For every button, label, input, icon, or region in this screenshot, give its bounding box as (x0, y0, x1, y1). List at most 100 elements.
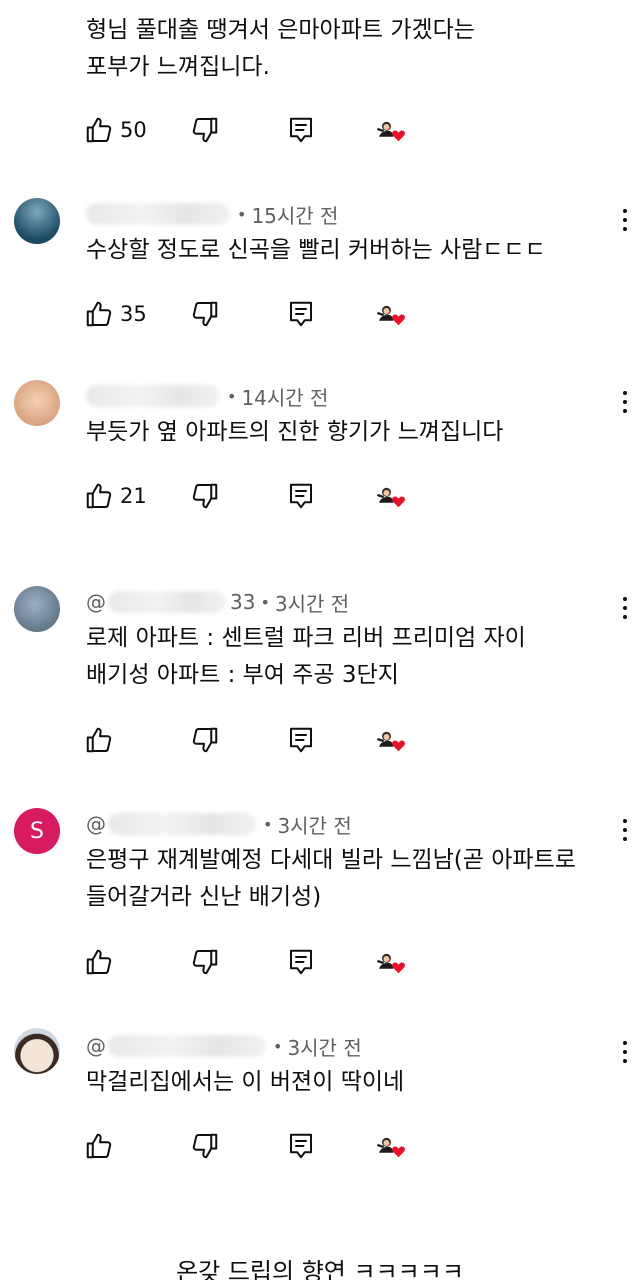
comment-time: 3시간 전 (287, 1035, 362, 1060)
comment-text-line: 형님 풀대출 땡겨서 은마아파트 가겠다는 (86, 17, 475, 43)
avatar[interactable] (14, 198, 60, 244)
comment-text-line: 로제 아파트 : 센트럴 파크 리버 프리미엄 자이 (86, 625, 526, 651)
thumbs-up-icon (86, 727, 112, 753)
avatar[interactable] (14, 586, 60, 632)
author-handle-redacted[interactable] (86, 203, 230, 225)
dislike-button[interactable] (190, 296, 220, 332)
comment-meta: • 15시간 전 (86, 200, 338, 228)
creator-heart-badge (376, 1128, 416, 1164)
author-handle-redacted[interactable] (108, 813, 256, 835)
more-options-button[interactable] (616, 1036, 634, 1068)
thumbs-up-icon (86, 117, 112, 143)
creator-heart-icon (377, 121, 405, 142)
more-options-button[interactable] (616, 386, 634, 418)
creator-heart-icon (377, 731, 405, 752)
separator-dot: • (237, 204, 247, 224)
like-button[interactable] (84, 722, 120, 758)
like-count: 21 (120, 484, 147, 508)
reply-icon (290, 727, 312, 753)
thumbs-up-icon (86, 301, 112, 327)
avatar[interactable] (14, 1028, 60, 1074)
comment-text-line: 부듯가 옆 아파트의 진한 향기가 느껴집니다 (86, 419, 504, 445)
like-button[interactable] (84, 944, 120, 980)
like-count: 50 (120, 118, 147, 142)
comment-meta: @ • 3시간 전 (86, 1032, 362, 1060)
avatar[interactable]: S (14, 808, 60, 854)
author-handle-prefix[interactable]: @ (86, 812, 106, 836)
like-button[interactable]: 35 (84, 296, 147, 332)
thumbs-up-icon (86, 1133, 112, 1159)
comment-text: 수상할 정도로 신곡을 빨리 커버하는 사람ㄷㄷㄷ (86, 232, 616, 269)
comment-text-line: 포부가 느껴집니다. (86, 54, 270, 80)
comment-meta: @ 33 • 3시간 전 (86, 588, 349, 616)
comment-text: 로제 아파트 : 센트럴 파크 리버 프리미엄 자이 배기성 아파트 : 부여 … (86, 620, 616, 694)
separator-dot: • (260, 592, 270, 612)
creator-heart-badge (376, 112, 416, 148)
creator-heart-badge (376, 296, 416, 332)
avatar-letter: S (30, 818, 44, 844)
author-handle-redacted[interactable] (108, 1035, 266, 1057)
comment-text: 막걸리집에서는 이 버젼이 딱이네 (86, 1064, 616, 1101)
like-count: 35 (120, 302, 147, 326)
comment-text-line: 수상할 정도로 신곡을 빨리 커버하는 사람ㄷㄷㄷ (86, 237, 546, 263)
reply-button[interactable] (286, 944, 316, 980)
comment-actions: 35 (84, 296, 424, 332)
reply-button[interactable] (286, 296, 316, 332)
more-options-button[interactable] (616, 592, 634, 624)
comment-actions: 50 (84, 112, 424, 148)
avatar[interactable] (14, 380, 60, 426)
thumbs-down-icon (192, 949, 218, 975)
dislike-button[interactable] (190, 478, 220, 514)
reply-button[interactable] (286, 478, 316, 514)
comment-actions (84, 944, 424, 980)
comment-meta: @ • 3시간 전 (86, 810, 352, 838)
comment-text: 은평구 재계발예정 다세대 빌라 느낌남(곧 아파트로 들어갈거라 신난 배기성… (86, 842, 616, 916)
author-handle-prefix[interactable]: @ (86, 590, 106, 614)
dislike-button[interactable] (190, 722, 220, 758)
author-handle-prefix[interactable]: @ (86, 1034, 106, 1058)
thumbs-up-icon (86, 949, 112, 975)
like-button[interactable]: 21 (84, 478, 147, 514)
thumbs-down-icon (192, 727, 218, 753)
author-handle-suffix[interactable]: 33 (230, 590, 255, 614)
reply-button[interactable] (286, 112, 316, 148)
author-handle-redacted[interactable] (86, 385, 220, 407)
creator-heart-icon (377, 305, 405, 326)
creator-heart-icon (377, 1137, 405, 1158)
caption: 온갖 드립의 향연 ㅋㅋㅋㅋㅋ (176, 1258, 464, 1280)
reply-button[interactable] (286, 1128, 316, 1164)
separator-dot: • (227, 386, 237, 406)
like-button[interactable] (84, 1128, 120, 1164)
reply-icon (290, 301, 312, 327)
author-handle-redacted[interactable] (108, 591, 226, 613)
thumbs-down-icon (192, 483, 218, 509)
dislike-button[interactable] (190, 1128, 220, 1164)
comment-time: 3시간 전 (274, 591, 350, 616)
thumbs-up-icon (86, 483, 112, 509)
comment-time: 3시간 전 (277, 813, 352, 838)
comment-text-line: 배기성 아파트 : 부여 주공 3단지 (86, 662, 399, 688)
comment-actions: 21 (84, 478, 424, 514)
dislike-button[interactable] (190, 944, 220, 980)
creator-heart-icon (377, 487, 405, 508)
creator-heart-badge (376, 944, 416, 980)
comment-time: 14시간 전 (241, 385, 329, 410)
like-button[interactable]: 50 (84, 112, 147, 148)
comment-text-line: 들어갈거라 신난 배기성) (86, 884, 322, 910)
creator-heart-badge (376, 478, 416, 514)
more-options-button[interactable] (616, 204, 634, 236)
reply-button[interactable] (286, 722, 316, 758)
reply-icon (290, 949, 312, 975)
comment-text-line: 막걸리집에서는 이 버젼이 딱이네 (86, 1069, 405, 1095)
comments-screen: 형님 풀대출 땡겨서 은마아파트 가겠다는 포부가 느껴집니다. 50 • 15… (0, 0, 640, 1280)
comment-meta: • 14시간 전 (86, 382, 328, 410)
comment-time: 15시간 전 (251, 203, 339, 228)
comment-text: 부듯가 옆 아파트의 진한 향기가 느껴집니다 (86, 414, 616, 451)
more-options-button[interactable] (616, 814, 634, 846)
thumbs-down-icon (192, 301, 218, 327)
thumbs-down-icon (192, 117, 218, 143)
dislike-button[interactable] (190, 112, 220, 148)
comment-actions (84, 722, 424, 758)
reply-icon (290, 117, 312, 143)
creator-heart-icon (377, 953, 405, 974)
